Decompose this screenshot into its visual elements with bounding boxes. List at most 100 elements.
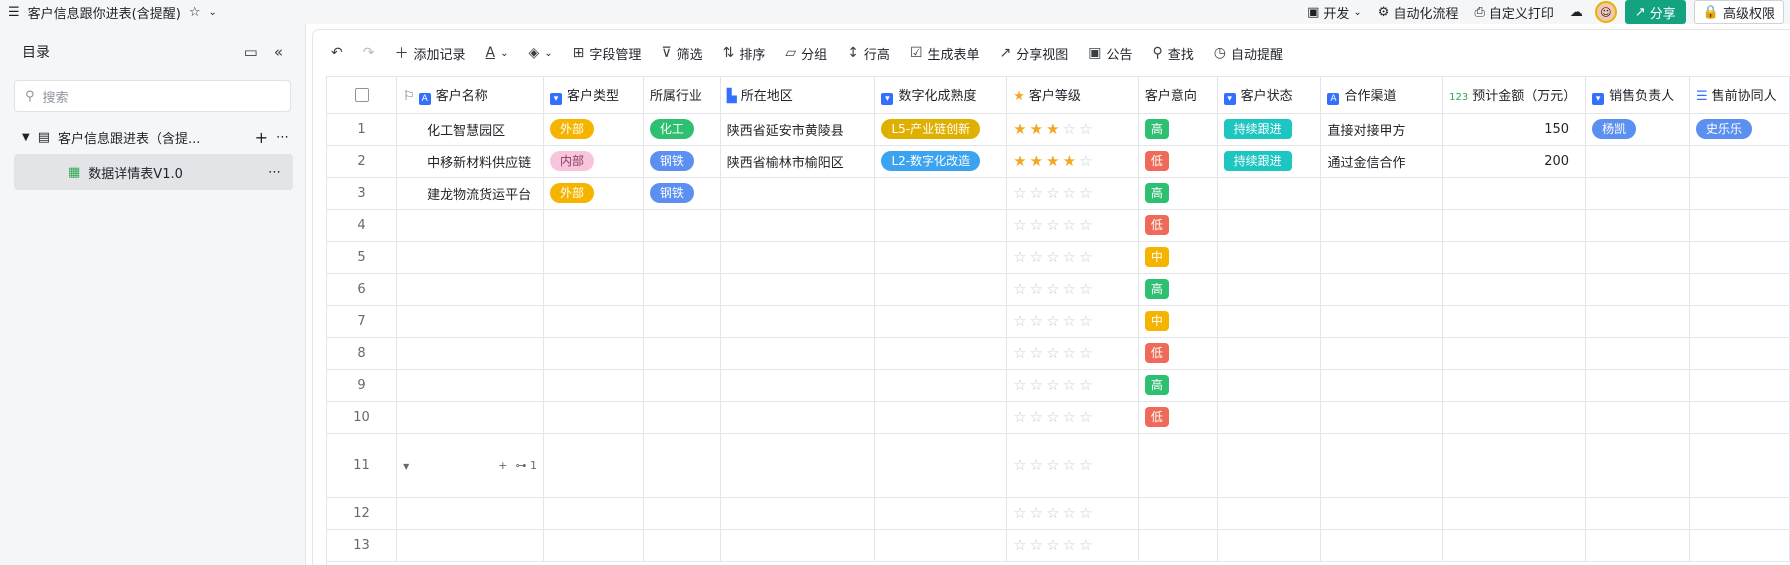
add-record-button[interactable]: ＋添加记录 bbox=[394, 43, 465, 63]
cell-status[interactable] bbox=[1217, 497, 1322, 530]
cell-type[interactable] bbox=[543, 209, 644, 242]
cell-intent[interactable]: 低 bbox=[1138, 209, 1218, 242]
cell-sales[interactable] bbox=[1585, 145, 1690, 178]
cell-amount[interactable] bbox=[1442, 529, 1587, 562]
rating-stars[interactable]: ★★★☆☆ bbox=[1013, 120, 1095, 138]
star-icon[interactable]: ☆ bbox=[1079, 312, 1095, 330]
star-icon[interactable]: ☆ bbox=[1063, 376, 1079, 394]
cell-level[interactable]: ☆☆☆☆☆ bbox=[1006, 209, 1139, 242]
cell-level[interactable]: ☆☆☆☆☆ bbox=[1006, 369, 1139, 402]
cell-sales[interactable] bbox=[1585, 305, 1690, 338]
automation-button[interactable]: ⚙ 自动化流程 bbox=[1374, 3, 1463, 22]
cell-intent[interactable]: 低 bbox=[1138, 401, 1218, 434]
star-icon[interactable]: ☆ bbox=[1046, 280, 1062, 298]
cell-level[interactable]: ☆☆☆☆☆ bbox=[1006, 305, 1139, 338]
cell-sales[interactable] bbox=[1585, 337, 1690, 370]
search-input[interactable]: ⚲ 搜索 bbox=[14, 80, 291, 112]
sidebar-item-table[interactable]: ▼ ▤ 客户信息跟进表（含提... + ⋯ bbox=[0, 120, 305, 154]
cell-amount[interactable] bbox=[1442, 177, 1587, 210]
cell-sales[interactable]: 杨凯 bbox=[1585, 113, 1690, 146]
cell-amount[interactable]: 150 bbox=[1442, 113, 1587, 146]
cell-level[interactable]: ☆☆☆☆☆ bbox=[1006, 241, 1139, 274]
cell-type[interactable] bbox=[543, 241, 644, 274]
row-number[interactable]: 13 bbox=[327, 529, 398, 562]
cell-sales[interactable] bbox=[1585, 529, 1690, 562]
cell-sales[interactable] bbox=[1585, 497, 1690, 530]
star-icon[interactable]: ☆ bbox=[1079, 376, 1095, 394]
star-icon[interactable]: ☆ bbox=[1079, 456, 1095, 474]
cell-intent[interactable] bbox=[1138, 497, 1218, 530]
cell-region[interactable] bbox=[720, 497, 876, 530]
star-icon[interactable]: ☆ bbox=[1013, 408, 1029, 426]
star-icon[interactable]: ☆ bbox=[1046, 456, 1062, 474]
cell-intent[interactable]: 高 bbox=[1138, 113, 1218, 146]
cell-status[interactable] bbox=[1217, 305, 1322, 338]
star-icon[interactable]: ☆ bbox=[1063, 536, 1079, 554]
add-icon[interactable]: + bbox=[255, 128, 268, 147]
cell-industry[interactable] bbox=[643, 433, 721, 498]
cell-region[interactable] bbox=[720, 401, 876, 434]
cell-name[interactable] bbox=[396, 497, 545, 530]
cell-industry[interactable] bbox=[643, 273, 721, 306]
cell-intent[interactable]: 中 bbox=[1138, 305, 1218, 338]
cell-amount[interactable]: 200 bbox=[1442, 145, 1587, 178]
cell-industry[interactable] bbox=[643, 241, 721, 274]
star-icon[interactable]: ★ bbox=[1030, 120, 1046, 138]
cell-amount[interactable] bbox=[1442, 369, 1587, 402]
row-number[interactable]: 12 bbox=[327, 497, 398, 530]
cell-intent[interactable]: 高 bbox=[1138, 369, 1218, 402]
star-icon[interactable]: ☆ bbox=[1046, 376, 1062, 394]
sidebar-item-view[interactable]: ▦ 数据详情表V1.0 ⋯ bbox=[14, 154, 293, 190]
cell-region[interactable] bbox=[720, 305, 876, 338]
cell-presales[interactable] bbox=[1689, 177, 1790, 210]
star-icon[interactable]: ☆ bbox=[1079, 120, 1095, 138]
cell-status[interactable] bbox=[1217, 401, 1322, 434]
cell-intent[interactable] bbox=[1138, 529, 1218, 562]
cell-region[interactable] bbox=[720, 209, 876, 242]
cell-region[interactable] bbox=[720, 433, 876, 498]
column-header-industry[interactable]: 所属行业 bbox=[643, 77, 721, 114]
cell-name[interactable] bbox=[396, 529, 545, 562]
undo-button[interactable]: ↶ bbox=[331, 45, 343, 61]
cell-region[interactable]: 陕西省延安市黄陵县 bbox=[720, 113, 876, 146]
group-button[interactable]: ▱ 分组 bbox=[785, 44, 827, 63]
cell-intent[interactable] bbox=[1138, 433, 1218, 498]
star-icon[interactable]: ☆ bbox=[1063, 216, 1079, 234]
star-icon[interactable]: ☆ bbox=[1013, 344, 1029, 362]
star-icon[interactable]: ☆ bbox=[1046, 536, 1062, 554]
row-number[interactable]: 5 bbox=[327, 241, 398, 274]
star-icon[interactable]: ☆ bbox=[1079, 504, 1095, 522]
star-icon[interactable]: ☆ bbox=[1063, 504, 1079, 522]
row-number[interactable]: 10 bbox=[327, 401, 398, 434]
cell-type[interactable] bbox=[543, 273, 644, 306]
cell-presales[interactable] bbox=[1689, 433, 1790, 498]
cell-presales[interactable] bbox=[1689, 241, 1790, 274]
cell-digital[interactable] bbox=[874, 337, 1008, 370]
cell-industry[interactable] bbox=[643, 209, 721, 242]
star-icon[interactable]: ☆ bbox=[1079, 184, 1095, 202]
notice-button[interactable]: ▣ 公告 bbox=[1088, 44, 1132, 63]
column-header-type[interactable]: ▾ 客户类型 bbox=[543, 77, 644, 114]
row-number[interactable]: 2 bbox=[327, 145, 398, 178]
star-icon[interactable]: ☆ bbox=[1030, 216, 1046, 234]
cell-region[interactable] bbox=[720, 273, 876, 306]
rating-stars[interactable]: ☆☆☆☆☆ bbox=[1013, 216, 1095, 234]
cell-sales[interactable] bbox=[1585, 241, 1690, 274]
column-header-status[interactable]: ▾ 客户状态 bbox=[1217, 77, 1322, 114]
cell-status[interactable] bbox=[1217, 337, 1322, 370]
cell-digital[interactable]: L2-数字化改造 bbox=[874, 145, 1008, 178]
row-height-button[interactable]: ↕ 行高 bbox=[847, 44, 890, 63]
column-header-amount[interactable]: 123 预计金额（万元） bbox=[1442, 77, 1587, 114]
cell-name[interactable] bbox=[396, 401, 545, 434]
cell-type[interactable] bbox=[543, 337, 644, 370]
cell-presales[interactable] bbox=[1689, 305, 1790, 338]
star-icon[interactable]: ☆ bbox=[1046, 184, 1062, 202]
cell-amount[interactable] bbox=[1442, 209, 1587, 242]
cell-type[interactable] bbox=[543, 369, 644, 402]
cell-presales[interactable] bbox=[1689, 529, 1790, 562]
cell-digital[interactable] bbox=[874, 401, 1008, 434]
star-icon[interactable]: ☆ bbox=[1013, 312, 1029, 330]
cell-channel[interactable]: 通过金信合作 bbox=[1320, 145, 1444, 178]
avatar[interactable]: ☺ bbox=[1594, 1, 1617, 23]
sort-button[interactable]: ⇅ 排序 bbox=[723, 44, 766, 63]
